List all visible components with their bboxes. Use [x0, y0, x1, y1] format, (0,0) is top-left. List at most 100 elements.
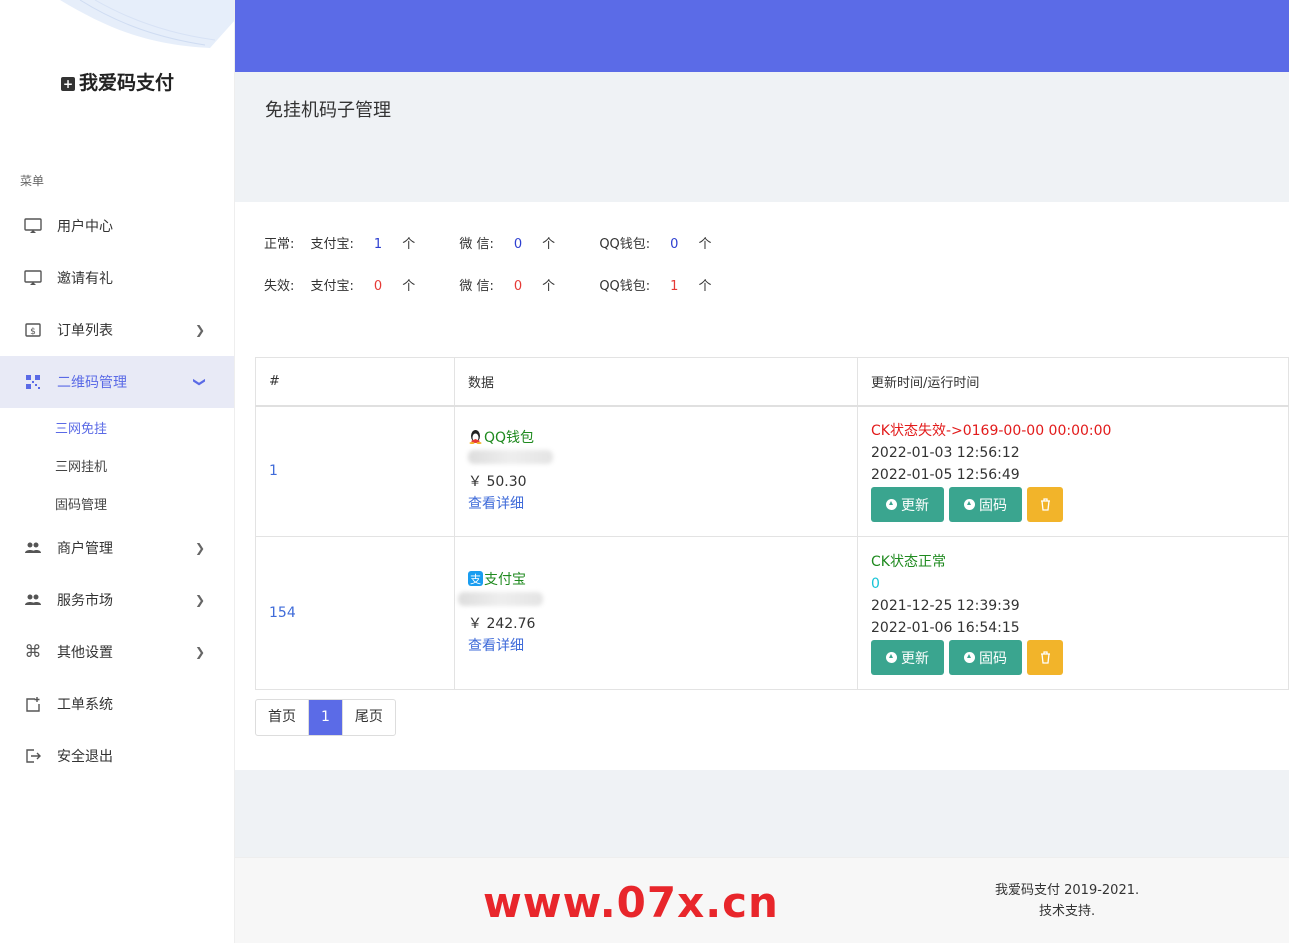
stats-invalid: 失效: 支付宝: 0 个 微 信: 0 个 QQ钱包: 1 个 — [264, 275, 751, 294]
brand-logo[interactable]: + 我爱码支付 — [0, 68, 234, 95]
support-text: 技术支持. — [1038, 904, 1096, 919]
sidebar-item-merchants[interactable]: 商户管理 ❯ — [0, 522, 234, 574]
table-row: 1 QQ钱包 ￥ 50.30 查看详细 CK状态失效->0169-00-00 0… — [255, 405, 1289, 537]
row-time-cell: CK状态正常 0 2021-12-25 12:39:39 2022-01-06 … — [857, 536, 1289, 690]
sidebar-item-tickets[interactable]: 工单系统 — [0, 678, 234, 730]
users-icon — [24, 539, 42, 557]
row-data-cell: 支支付宝 ￥ 242.76 查看详细 — [454, 536, 858, 690]
arrow-up-circle-icon — [886, 652, 897, 663]
alipay-icon: 支 — [468, 571, 483, 586]
update-time: 2021-12-25 12:39:39 — [871, 598, 1020, 614]
arrow-up-circle-icon — [886, 499, 897, 511]
row-id-cell: 1 — [255, 405, 455, 537]
sidebar-item-logout[interactable]: 安全退出 — [0, 730, 234, 782]
chevron-right-icon: ❯ — [194, 541, 205, 555]
channel-label: QQ钱包 — [468, 427, 857, 449]
sidebar-item-label: 安全退出 — [57, 749, 113, 765]
svg-text:支: 支 — [470, 573, 481, 586]
stats-invalid-label: 失效: — [264, 279, 295, 294]
stat-wechat: 微 信: 0 个 — [459, 237, 556, 252]
add-box-icon — [24, 695, 42, 713]
sidebar-item-orders[interactable]: $ 订单列表 ❯ — [0, 304, 234, 356]
row-id[interactable]: 1 — [269, 463, 278, 479]
sidebar-subitem-hang[interactable]: 三网挂机 — [0, 446, 234, 484]
sidebar-item-label: 服务市场 — [57, 593, 113, 609]
last-page-button[interactable]: 尾页 — [343, 700, 395, 735]
redacted-account — [468, 449, 857, 471]
sidebar-item-qrcode[interactable]: 二维码管理 ❯ — [0, 356, 234, 408]
pagination: 首页 1 尾页 — [255, 699, 396, 736]
row-id-cell: 154 — [255, 536, 455, 690]
monitor-icon — [24, 269, 42, 287]
trash-icon — [1040, 651, 1050, 664]
command-icon: ⌘ — [24, 642, 42, 662]
svg-text:$: $ — [30, 327, 36, 337]
stats-normal-label: 正常: — [264, 237, 295, 252]
brand-name: 我爱码支付 — [78, 72, 174, 94]
plus-square-icon: + — [60, 77, 75, 91]
sidebar-item-user-center[interactable]: 用户中心 — [0, 200, 234, 252]
page-header: 免挂机码子管理 — [235, 72, 1289, 202]
sidebar: + 我爱码支付 菜单 用户中心 邀请有礼 $ 订单列表 ❯ 二维码管理 ❯ 三网免… — [0, 0, 235, 943]
column-header-time: 更新时间/运行时间 — [857, 357, 1289, 407]
update-button[interactable]: 更新 — [871, 640, 944, 675]
sidebar-item-label: 邀请有礼 — [57, 271, 113, 287]
watermark: www.07x.cn — [483, 878, 779, 927]
sidebar-item-settings[interactable]: ⌘ 其他设置 ❯ — [0, 626, 234, 678]
amount: ￥ 242.76 — [468, 616, 536, 632]
menu-title: 菜单 — [20, 174, 45, 188]
users-icon — [24, 591, 42, 609]
run-time: 2022-01-05 12:56:49 — [871, 467, 1020, 484]
sidebar-item-market[interactable]: 服务市场 ❯ — [0, 574, 234, 626]
footer: www.07x.cn 我爱码支付 2019-2021. 技术支持. — [235, 857, 1289, 943]
view-detail-link[interactable]: 查看详细 — [468, 496, 524, 512]
sidebar-item-label: 其他设置 — [57, 645, 113, 661]
header-decoration — [60, 0, 234, 48]
arrow-up-circle-icon — [964, 499, 975, 511]
redacted-account — [458, 591, 857, 613]
ck-status: CK状态失效->0169-00-00 00:00:00 — [871, 423, 1112, 440]
delete-button[interactable] — [1027, 640, 1063, 675]
first-page-button[interactable]: 首页 — [256, 700, 309, 735]
footer-copyright: 我爱码支付 2019-2021. 技术支持. — [995, 880, 1139, 922]
sidebar-item-label: 二维码管理 — [57, 375, 127, 391]
page-title: 免挂机码子管理 — [265, 100, 391, 121]
monitor-icon — [24, 217, 42, 235]
fix-code-button[interactable]: 固码 — [949, 640, 1022, 675]
sidebar-item-label: 商户管理 — [57, 541, 113, 557]
amount: ￥ 50.30 — [468, 474, 527, 491]
sidebar-item-label: 工单系统 — [57, 697, 113, 713]
sidebar-item-label: 用户中心 — [57, 219, 113, 235]
chevron-down-icon: ❯ — [192, 376, 207, 388]
current-page-button[interactable]: 1 — [309, 700, 343, 735]
column-header-id: # — [255, 357, 455, 407]
sidebar-item-invite[interactable]: 邀请有礼 — [0, 252, 234, 304]
sidebar-subitem-fixed[interactable]: 固码管理 — [0, 484, 234, 522]
ck-status: CK状态正常 — [871, 554, 946, 570]
row-time-cell: CK状态失效->0169-00-00 00:00:00 2022-01-03 1… — [857, 405, 1289, 537]
stat-alipay: 支付宝: 0 个 — [310, 279, 416, 294]
qq-penguin-icon — [468, 429, 483, 445]
chevron-right-icon: ❯ — [194, 323, 205, 337]
logout-icon — [24, 747, 42, 765]
chevron-right-icon: ❯ — [194, 593, 205, 607]
delete-button[interactable] — [1027, 487, 1063, 523]
channel-label: 支支付宝 — [468, 571, 526, 588]
update-time: 2022-01-03 12:56:12 — [871, 445, 1020, 462]
arrow-up-circle-icon — [964, 652, 975, 663]
sidebar-subitem-free[interactable]: 三网免挂 — [0, 408, 234, 446]
update-button[interactable]: 更新 — [871, 487, 944, 523]
stat-qq: QQ钱包: 1 个 — [599, 279, 712, 294]
qrcode-table: # 数据 更新时间/运行时间 1 QQ钱包 ￥ 50.30 查看详细 CK状态失… — [255, 357, 1289, 690]
row-data-cell: QQ钱包 ￥ 50.30 查看详细 — [454, 405, 858, 537]
run-time: 2022-01-06 16:54:15 — [871, 620, 1020, 636]
trash-icon — [1040, 498, 1050, 511]
row-id[interactable]: 154 — [269, 605, 296, 621]
status-extra: 0 — [871, 576, 880, 592]
stat-qq: QQ钱包: 0 个 — [599, 237, 712, 252]
stats-normal: 正常: 支付宝: 1 个 微 信: 0 个 QQ钱包: 0 个 — [264, 233, 751, 252]
column-header-data: 数据 — [454, 357, 858, 407]
qrcode-icon — [24, 373, 42, 391]
view-detail-link[interactable]: 查看详细 — [468, 638, 524, 654]
fix-code-button[interactable]: 固码 — [949, 487, 1022, 523]
